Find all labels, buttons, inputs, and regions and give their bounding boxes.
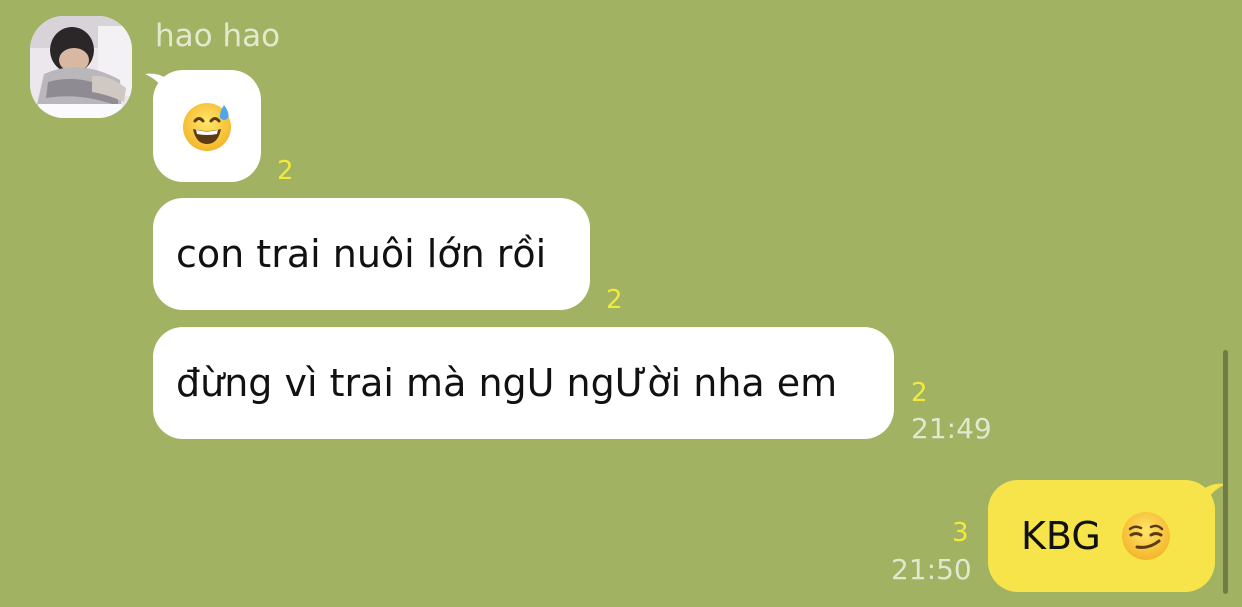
message-bubble-text[interactable]: đừng vì trai mà ngU ngƯời nha em [153,327,894,439]
unread-count: 3 [952,518,969,548]
chat-view: hao hao 2 con trai nuôi lớn rồi 2 đừng v… [0,0,1242,607]
scrollbar[interactable] [1223,350,1228,594]
grinning-face-with-sweat-emoji [183,103,231,151]
smirking-face-emoji [1121,512,1170,560]
message-text: con trai nuôi lớn rồi [176,232,547,276]
avatar-photo [30,16,132,118]
message-bubble-text[interactable]: con trai nuôi lớn rồi [153,198,590,310]
sender-avatar[interactable] [30,16,132,118]
message-timestamp: 21:49 [911,412,992,445]
unread-count: 2 [277,156,294,186]
message-text: đừng vì trai mà ngU ngƯời nha em [176,361,838,405]
message-timestamp: 21:50 [891,553,972,586]
unread-count: 2 [606,285,623,315]
unread-count: 2 [911,378,928,408]
message-bubble-emoji[interactable] [153,70,261,182]
sender-name: hao hao [155,18,281,54]
message-text: KBG [1021,514,1101,558]
message-bubble-outgoing[interactable]: KBG [988,480,1215,592]
